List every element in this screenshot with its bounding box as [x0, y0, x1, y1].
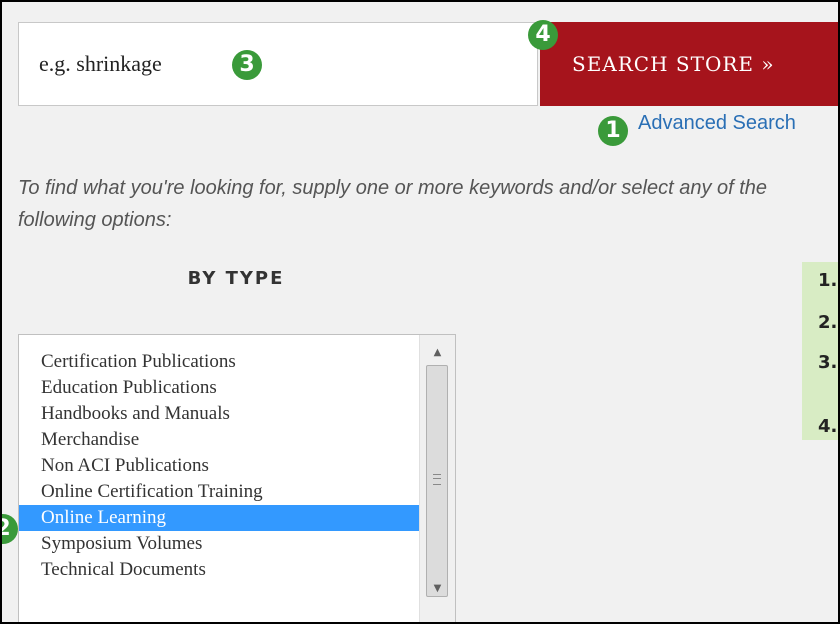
list-item[interactable]: Education Publications — [19, 375, 419, 401]
list-item[interactable]: Merchandise — [19, 427, 419, 453]
scroll-thumb[interactable] — [426, 365, 448, 597]
list-item[interactable]: Certification Publications — [19, 349, 419, 375]
callout-badge-4: 4 — [528, 20, 558, 50]
list-item[interactable]: Non ACI Publications — [19, 453, 419, 479]
advanced-search-link[interactable]: Advanced Search — [638, 112, 796, 135]
search-store-button[interactable]: SEARCH STORE » — [540, 22, 838, 106]
list-item[interactable]: Technical Documents — [19, 557, 419, 583]
step-number: 1. — [818, 270, 838, 291]
search-input[interactable] — [19, 23, 537, 105]
list-item[interactable]: Symposium Volumes — [19, 531, 419, 557]
listbox-scrollbar[interactable]: ▲ ▼ — [419, 335, 455, 622]
callout-badge-3: 3 — [232, 50, 262, 80]
callout-badge-2: 2 — [2, 514, 18, 544]
grip-icon — [433, 474, 441, 485]
list-item[interactable]: Handbooks and Manuals — [19, 401, 419, 427]
search-box — [18, 22, 538, 106]
scroll-down-arrow-icon[interactable]: ▼ — [420, 575, 455, 603]
callout-badge-1: 1 — [598, 116, 628, 146]
list-item[interactable]: Online Certification Training — [19, 479, 419, 505]
step-number: 4. — [818, 416, 838, 437]
type-listbox[interactable]: Certification Publications Education Pub… — [18, 334, 456, 622]
step-number: 3. — [818, 352, 838, 373]
list-item-selected[interactable]: Online Learning — [19, 505, 419, 531]
steps-panel: 1. 2. 3. 4. — [802, 262, 838, 440]
by-type-heading: BY TYPE — [187, 268, 285, 289]
step-number: 2. — [818, 312, 838, 333]
type-options: Certification Publications Education Pub… — [19, 335, 419, 622]
help-text: To find what you're looking for, supply … — [18, 177, 768, 231]
screenshot-frame: 3 SEARCH STORE » 4 1 Advanced Search To … — [0, 0, 840, 624]
scroll-up-arrow-icon[interactable]: ▲ — [420, 339, 455, 367]
